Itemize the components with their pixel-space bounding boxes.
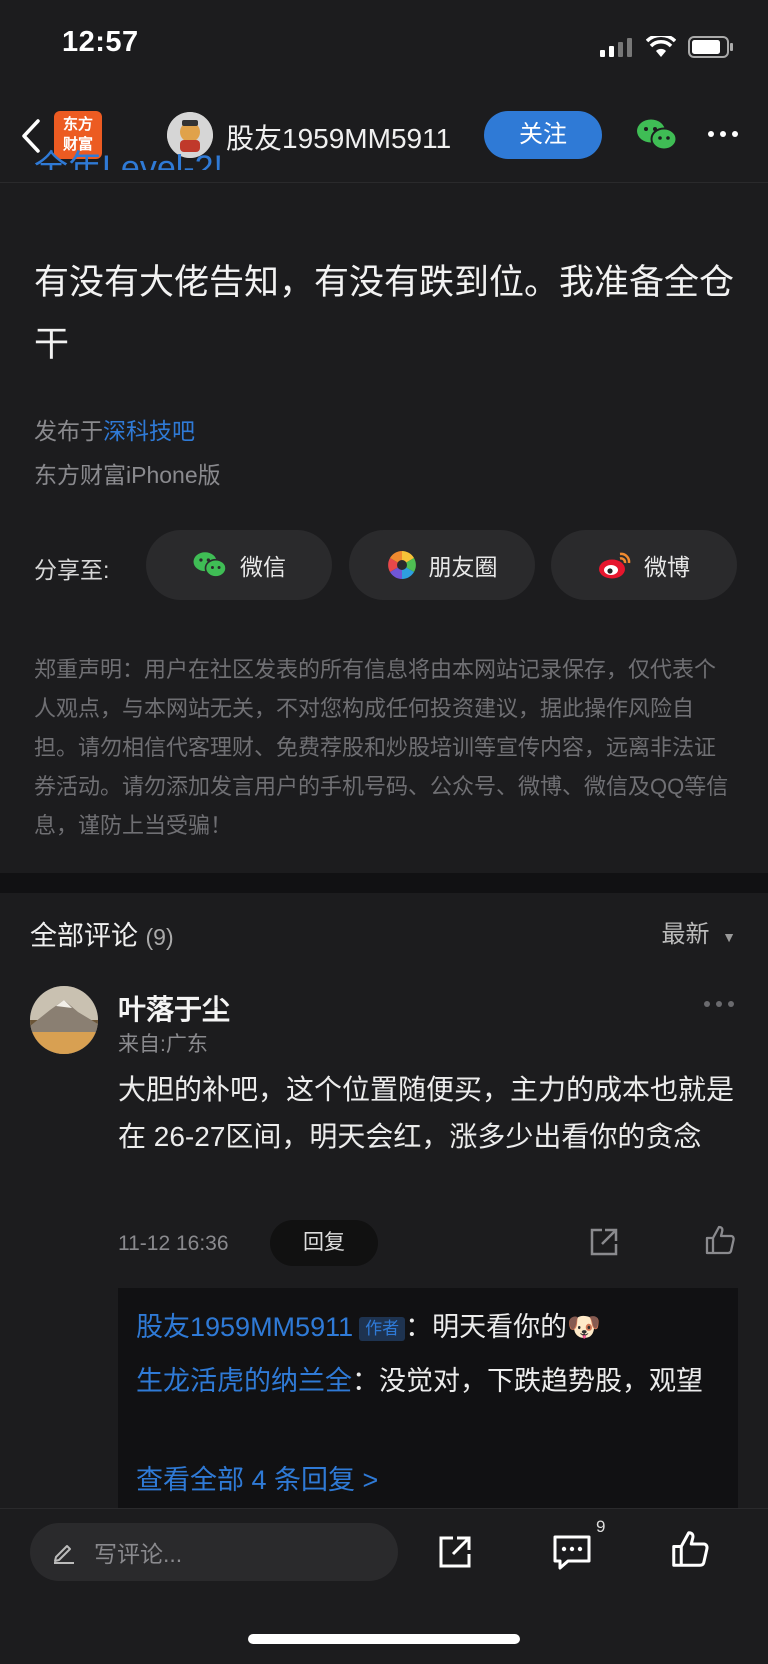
share-wechat-button[interactable]: 微信: [146, 530, 332, 600]
commenter-name[interactable]: 叶落于尘: [118, 988, 230, 1028]
author-username[interactable]: 股友1959MM5911: [226, 117, 451, 157]
weibo-icon: [599, 552, 631, 579]
logo-line-1: 东方: [62, 116, 93, 133]
post-clipped-text: 全年Level-2!: [34, 149, 223, 170]
comment-share-icon[interactable]: [588, 1226, 620, 1263]
reply-text: 没觉对，下跌趋势股，观望: [379, 1366, 703, 1396]
view-all-replies-link[interactable]: 查看全部 4 条回复 >: [136, 1458, 378, 1497]
comments-title: 全部评论 (9): [30, 914, 174, 953]
comments-icon[interactable]: [552, 1533, 592, 1576]
status-time: 12:57: [62, 26, 139, 58]
reply-line: 股友1959MM5911 作者 ：明天看你的🐶: [136, 1304, 726, 1350]
comment-more-icon[interactable]: [704, 1001, 734, 1007]
share-weibo-button[interactable]: 微博: [551, 530, 737, 600]
share-weibo-label: 微博: [644, 554, 690, 580]
share-label: 分享至:: [34, 557, 110, 583]
reply-separator: ：: [352, 1366, 379, 1396]
reply-username[interactable]: 生龙活虎的纳兰全: [136, 1366, 352, 1396]
post-device: 东方财富iPhone版: [34, 462, 221, 488]
comment-time: 11-12 16:36: [118, 1232, 229, 1255]
share-wechat-label: 微信: [240, 554, 286, 580]
commenter-avatar[interactable]: [30, 986, 98, 1054]
reply-button[interactable]: 回复: [270, 1220, 378, 1266]
disclaimer: 郑重声明：用户在社区发表的所有信息将由本网站记录保存，仅代表个人观点，与本网站无…: [34, 657, 729, 838]
reply-text: 明天看你的🐶: [432, 1312, 601, 1342]
forum-link[interactable]: 深科技吧: [103, 418, 195, 444]
sort-dropdown[interactable]: 最新 ▼: [661, 914, 736, 949]
battery-icon: [688, 36, 733, 58]
replies-box: 股友1959MM5911 作者 ：明天看你的🐶 生龙活虎的纳兰全：没觉对，下跌趋势股…: [118, 1288, 738, 1508]
comment-count-badge: 9: [596, 1517, 606, 1536]
home-indicator[interactable]: [248, 1634, 520, 1644]
comment-text: 大胆的补吧，这个位置随便买，主力的成本也就是在 26-27区间，明天会红，涨多少…: [118, 1074, 735, 1152]
comments-count: (9): [145, 924, 174, 950]
share-icon[interactable]: [436, 1533, 474, 1576]
reply-username[interactable]: 股友1959MM5911: [136, 1312, 353, 1342]
signal-icon: [600, 38, 632, 57]
pencil-icon: [54, 1545, 74, 1564]
caret-down-icon: ▼: [722, 929, 736, 945]
share-moments-label: 朋友圈: [428, 554, 498, 580]
comments-title-label: 全部评论: [30, 921, 138, 951]
like-icon[interactable]: [670, 1529, 710, 1574]
reply-separator: ：: [405, 1312, 433, 1342]
reply-line: 生龙活虎的纳兰全：没觉对，下跌趋势股，观望: [136, 1358, 726, 1404]
wifi-icon: [646, 36, 676, 57]
sort-label: 最新: [661, 921, 710, 948]
posted-in: 发布于深科技吧: [34, 412, 195, 446]
comment-placeholder: 写评论...: [94, 1541, 183, 1567]
wechat-share-icon[interactable]: [636, 118, 678, 157]
section-divider: [0, 873, 768, 893]
share-moments-button[interactable]: 朋友圈: [349, 530, 535, 600]
posted-prefix: 发布于: [34, 418, 103, 444]
wechat-icon: [193, 552, 227, 578]
commenter-location: 来自:广东: [118, 1033, 208, 1056]
comment-like-icon[interactable]: [704, 1224, 736, 1261]
moments-icon: [387, 551, 416, 579]
follow-button[interactable]: 关注: [484, 111, 602, 159]
comment-input[interactable]: 写评论...: [30, 1523, 398, 1581]
status-icons: [600, 36, 734, 58]
author-tag: 作者: [359, 1316, 406, 1341]
more-options-icon[interactable]: [708, 131, 738, 137]
post-body: 有没有大佬告知，有没有跌到位。我准备全仓干: [34, 263, 735, 364]
